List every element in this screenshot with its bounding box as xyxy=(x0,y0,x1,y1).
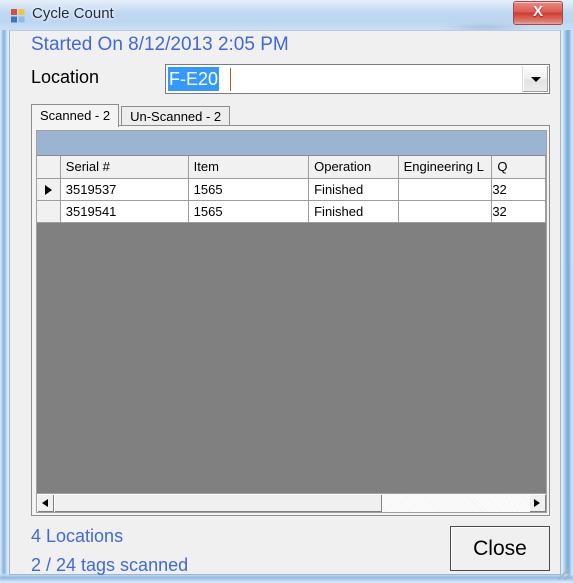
cell-q[interactable]: 32 xyxy=(491,178,546,201)
location-combobox-dropdown-button[interactable] xyxy=(522,66,548,92)
arrow-right-icon xyxy=(534,499,540,507)
cell-q[interactable]: 32 xyxy=(491,200,546,223)
cell-engineering-l[interactable] xyxy=(398,200,493,223)
chevron-down-icon xyxy=(531,77,541,82)
grid-horizontal-scrollbar[interactable] xyxy=(37,493,546,512)
location-combobox-value: F-E20 xyxy=(168,67,220,91)
row-selected-arrow-icon xyxy=(44,185,52,196)
tab-un-scanned[interactable]: Un-Scanned - 2 xyxy=(121,106,231,127)
title-bar[interactable]: Cycle Count X xyxy=(0,0,573,32)
location-label: Location xyxy=(31,67,100,87)
table-header-row: Serial # Item Operation Engineering L Q xyxy=(37,156,546,179)
row-header-corner xyxy=(37,156,61,179)
column-header-serial[interactable]: Serial # xyxy=(60,156,189,179)
scroll-right-button[interactable] xyxy=(529,494,546,512)
row-selector-cell[interactable] xyxy=(37,200,61,223)
started-on-label: Started On 8/12/2013 2:05 PM xyxy=(31,34,289,55)
cell-operation[interactable]: Finished xyxy=(308,178,399,201)
dialog-client-area: Started On 8/12/2013 2:05 PM Location F-… xyxy=(9,30,561,575)
close-icon: X xyxy=(532,3,543,20)
close-window-button[interactable]: X xyxy=(513,1,563,25)
row-selector-cell[interactable] xyxy=(37,178,61,201)
cell-engineering-l[interactable] xyxy=(398,178,493,201)
scanned-items-table: Serial # Item Operation Engineering L Q xyxy=(37,156,546,223)
table-row[interactable]: 3519541 1565 Finished 32 xyxy=(37,200,546,223)
locations-count-label: 4 Locations xyxy=(31,526,124,546)
close-button[interactable]: Close xyxy=(450,526,550,571)
cell-serial[interactable]: 3519537 xyxy=(60,178,189,201)
grid-caption-band xyxy=(37,131,546,156)
window-title: Cycle Count xyxy=(32,5,114,22)
grid-panel: Serial # Item Operation Engineering L Q xyxy=(31,125,550,516)
location-combobox[interactable]: F-E20 xyxy=(165,64,550,94)
window-border-right xyxy=(561,0,573,583)
scroll-left-button[interactable] xyxy=(37,494,54,512)
column-header-engineering-l[interactable]: Engineering L xyxy=(398,156,493,179)
cell-item[interactable]: 1565 xyxy=(188,200,310,223)
tab-strip: Scanned - 2 Un-Scanned - 2 xyxy=(31,104,231,127)
tags-scanned-label: 2 / 24 tags scanned xyxy=(31,555,189,575)
data-grid[interactable]: Serial # Item Operation Engineering L Q xyxy=(36,130,547,513)
cell-serial[interactable]: 3519541 xyxy=(60,200,189,223)
scrollbar-thumb[interactable] xyxy=(54,494,382,512)
windows-form-icon xyxy=(11,9,25,23)
arrow-left-icon xyxy=(42,499,48,507)
column-header-operation[interactable]: Operation xyxy=(308,156,399,179)
text-caret xyxy=(230,68,231,91)
cycle-count-window: Cycle Count X Started On 8/12/2013 2:05 … xyxy=(0,0,573,583)
table-row[interactable]: 3519537 1565 Finished 32 xyxy=(37,178,546,201)
column-header-q[interactable]: Q xyxy=(491,156,546,179)
tab-scanned[interactable]: Scanned - 2 xyxy=(31,104,120,127)
column-header-item[interactable]: Item xyxy=(188,156,310,179)
resize-grip[interactable] xyxy=(558,568,570,580)
window-border-left xyxy=(0,0,9,583)
cell-operation[interactable]: Finished xyxy=(308,200,399,223)
cell-item[interactable]: 1565 xyxy=(188,178,310,201)
